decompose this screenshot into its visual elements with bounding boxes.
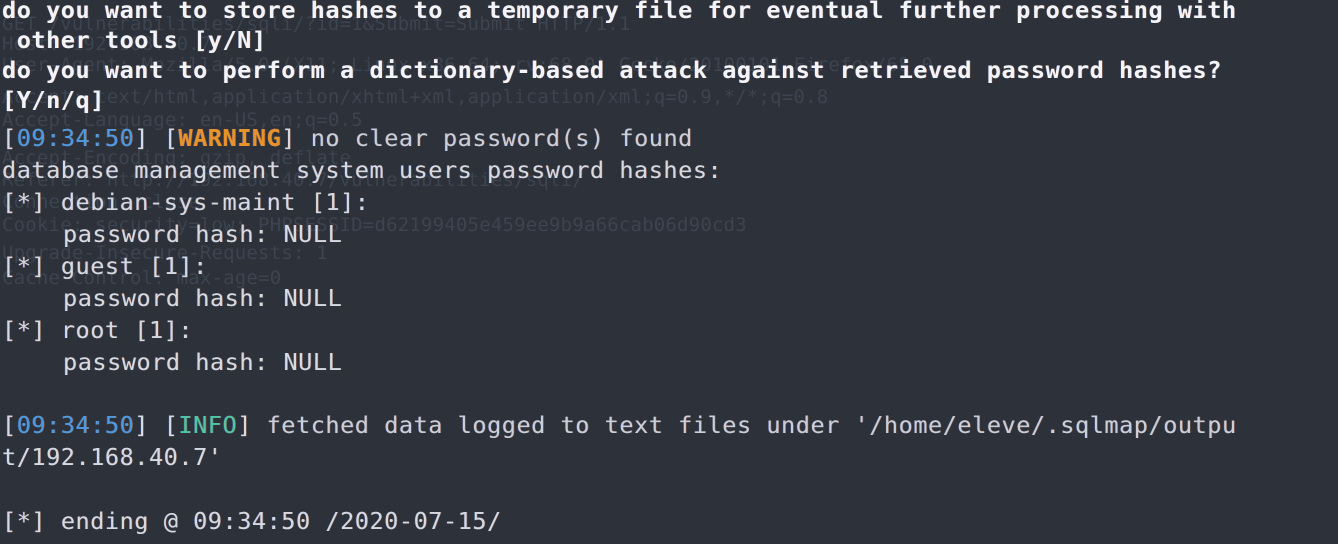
user-entry-debian-sys-maint: [*] debian-sys-maint [1]: bbox=[2, 190, 370, 214]
user-space-2 bbox=[120, 316, 135, 344]
user-name: root bbox=[60, 316, 120, 344]
hash-value: NULL bbox=[283, 284, 343, 312]
ending-line: [*] ending @ 09:34:50 /2020-07-15/ bbox=[2, 509, 502, 533]
hash-label: password hash: bbox=[63, 220, 269, 248]
user-marker: [*] bbox=[2, 188, 47, 216]
user-marker: [*] bbox=[2, 252, 47, 280]
user-count: [1] bbox=[310, 188, 355, 216]
user-space bbox=[46, 316, 61, 344]
hash-space bbox=[269, 348, 284, 376]
log-level-info: INFO bbox=[178, 411, 238, 439]
prompt-store-hashes: do you want to store hashes to a tempora… bbox=[2, 0, 1237, 24]
user-entry-root: [*] root [1]: bbox=[2, 318, 193, 342]
terminal-output: do you want to store hashes to a tempora… bbox=[0, 0, 1338, 544]
hash-value: NULL bbox=[283, 348, 343, 376]
user-space-2 bbox=[296, 188, 311, 216]
user-count: [1] bbox=[149, 252, 194, 280]
prompt-dictionary-attack-options: [Y/n/q] bbox=[2, 86, 105, 114]
user-space-2 bbox=[134, 252, 149, 280]
hash-label: password hash: bbox=[63, 284, 269, 312]
user-colon: : bbox=[193, 252, 208, 280]
ending-space bbox=[46, 507, 61, 535]
log-timestamp: 09:34:50 bbox=[16, 411, 135, 439]
hash-label: password hash: bbox=[63, 348, 269, 376]
user-colon: : bbox=[354, 188, 370, 216]
hash-value: NULL bbox=[283, 220, 343, 248]
user-name: debian-sys-maint bbox=[60, 188, 296, 216]
bracket-close: ] [ bbox=[134, 124, 179, 152]
user-hash-root: password hash: NULL bbox=[63, 350, 342, 374]
user-hash-debian-sys-maint: password hash: NULL bbox=[63, 222, 342, 246]
log-line-info: [09:34:50] [INFO] fetched data logged to… bbox=[2, 413, 1237, 437]
user-colon: : bbox=[178, 316, 194, 344]
log-line-warning: [09:34:50] [WARNING] no clear password(s… bbox=[2, 126, 693, 150]
user-space bbox=[46, 188, 61, 216]
hashes-section-header: database management system users passwor… bbox=[2, 156, 723, 184]
ending-marker: [*] bbox=[2, 507, 47, 535]
log-timestamp: 09:34:50 bbox=[16, 124, 135, 152]
log-line-info-wrap: t/192.168.40.7' bbox=[2, 443, 223, 471]
ending-text: ending @ 09:34:50 /2020-07-15/ bbox=[60, 507, 502, 535]
user-space bbox=[46, 252, 61, 280]
user-name: guest bbox=[60, 252, 135, 280]
user-entry-guest: [*] guest [1]: bbox=[2, 254, 208, 278]
bracket-close-2: ] bbox=[281, 124, 311, 152]
bracket-open: [ bbox=[2, 411, 17, 439]
hash-space bbox=[269, 284, 284, 312]
log-message: fetched data logged to text files under … bbox=[266, 411, 1237, 439]
hash-space bbox=[269, 220, 284, 248]
user-count: [1] bbox=[134, 316, 179, 344]
log-message: no clear password(s) found bbox=[310, 124, 693, 152]
bracket-close: ] [ bbox=[134, 411, 179, 439]
bracket-open: [ bbox=[2, 124, 17, 152]
terminal-window[interactable]: GET /vulnerabilities/sqli/?id=1&Submit=S… bbox=[0, 0, 1338, 544]
user-marker: [*] bbox=[2, 316, 47, 344]
bracket-close-2: ] bbox=[237, 411, 267, 439]
user-hash-guest: password hash: NULL bbox=[63, 286, 342, 310]
log-level-warning: WARNING bbox=[178, 124, 282, 152]
prompt-store-hashes-continuation: other tools [y/N] bbox=[2, 26, 267, 54]
prompt-dictionary-attack: do you want to perform a dictionary-base… bbox=[2, 56, 1222, 84]
